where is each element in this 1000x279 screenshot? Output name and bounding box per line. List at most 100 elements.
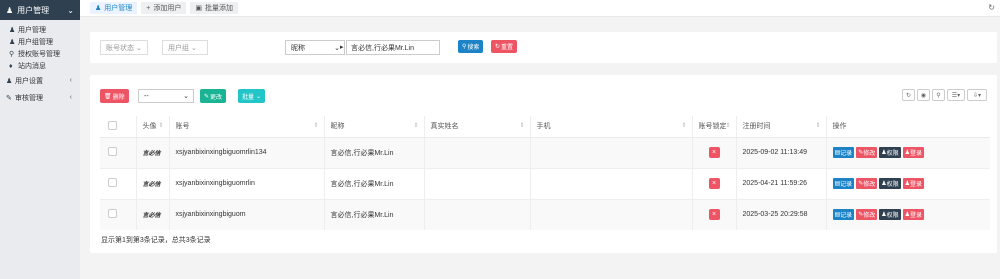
lock-toggle-icon[interactable]: × (708, 209, 720, 221)
refresh-icon[interactable]: ↻ (902, 89, 915, 101)
sidebar-item-label: 站内消息 (18, 63, 46, 70)
sidebar-group-review[interactable]: ✎ 审核管理 ‹ (0, 89, 80, 106)
account-cell: xsjyanbixinxingbiguomrlin134 (168, 136, 324, 168)
batch-action-value: -- (144, 92, 149, 100)
user-icon: ♟ (6, 5, 14, 15)
col-ops: 操作 (825, 116, 990, 138)
record-button[interactable]: ▤ 记录 (832, 147, 855, 158)
row-checkbox[interactable] (108, 209, 117, 219)
select-all-checkbox[interactable] (108, 120, 117, 130)
account-status-select[interactable]: 账号状态 ⌄ (100, 40, 148, 55)
eye-icon[interactable]: ◉ (917, 89, 930, 101)
table-row: 言必信 xsjyanbixinxingbiguomrlin 言必信,行必果Mr.… (100, 167, 990, 199)
record-button[interactable]: ▤ 记录 (832, 178, 855, 189)
chevron-down-icon: ⌄ (67, 5, 74, 15)
batch-icon: ▣ (195, 5, 202, 12)
realname-cell (423, 136, 530, 168)
user-group-select[interactable]: 用户组 ⌄ (162, 40, 208, 55)
login-button[interactable]: ♟ 登录 (902, 178, 925, 189)
batch-action-select[interactable]: -- ⌄ (138, 89, 194, 103)
reset-button[interactable]: ↻ 重置 (491, 40, 518, 53)
tab-label: 批量添加 (205, 5, 233, 12)
tab-label: 添加用户 (153, 5, 182, 12)
table-tools: ↻ ◉ ⚲ ☰▾ ⇩▾ (902, 89, 987, 101)
permission-button[interactable]: ♟ 权限 (879, 147, 901, 158)
time-cell: 2025-03-25 20:29:58 (735, 198, 826, 230)
columns-icon[interactable]: ☰▾ (947, 89, 965, 101)
lock-toggle-icon[interactable]: × (708, 178, 720, 189)
record-button[interactable]: ▤ 记录 (832, 209, 855, 221)
tab-user-management[interactable]: ♟ 用户管理 (90, 2, 138, 14)
col-lock[interactable]: 账号锁定 ⇕ (691, 116, 736, 138)
col-account[interactable]: 账号 ⇕ (168, 116, 324, 138)
col-phone[interactable]: 手机 ⇕ (529, 116, 692, 138)
chevron-left-icon: ‹ (69, 77, 72, 84)
account-cell: xsjyanbixinxingbiguom (168, 198, 324, 230)
delete-button[interactable]: 🗑 删除 (100, 89, 129, 103)
col-avatar[interactable]: 头像 ⇕ (135, 116, 169, 138)
sidebar-item-messages[interactable]: ♦ 站内消息 (0, 60, 80, 72)
sidebar-item-user-groups[interactable]: ♟ 用户组管理 (0, 36, 80, 48)
search-input[interactable]: 言必信,行必果Mr.Lin (346, 40, 440, 55)
sidebar-item-users[interactable]: ♟ 用户管理 (0, 24, 80, 36)
sort-icon: ⇕ (158, 123, 164, 129)
search-input-value: 言必信,行必果Mr.Lin (351, 44, 415, 52)
edit-button[interactable]: ✎ 修改 (856, 209, 878, 221)
chevron-left-icon: ‹ (69, 94, 72, 101)
caret-right-icon: ▸ (340, 44, 344, 51)
phone-cell (529, 167, 692, 199)
avatar: 言必信 (142, 213, 161, 220)
refresh-icon[interactable]: ↻ (988, 3, 995, 12)
user-icon: ♟ (95, 5, 102, 12)
nickname-cell: 言必信,行必果Mr.Lin (323, 136, 424, 168)
edit-icon: ✎ (6, 94, 12, 102)
sidebar-item-label: 用户管理 (18, 27, 46, 34)
sidebar-group-label: 用户设置 (15, 77, 43, 85)
col-time[interactable]: 注册时间 ⇕ (735, 116, 826, 138)
login-button[interactable]: ♟ 登录 (902, 209, 925, 221)
select-all-header (100, 116, 136, 138)
chevron-down-icon: ⌄ (183, 93, 189, 100)
chevron-down-icon: ⌄ (136, 44, 142, 52)
sort-icon: ⇕ (519, 123, 525, 129)
field-select[interactable]: 昵称 ⌄ (285, 40, 345, 55)
search-panel: 账号状态 ⌄ 用户组 ⌄ 昵称 ⌄ ▸ 言必信,行必果Mr.Lin ⚲ 搜索 ↻… (90, 32, 997, 63)
time-cell: 2025-09-02 11:13:49 (735, 136, 826, 168)
batch-button[interactable]: 批量 ⌄ (238, 89, 266, 103)
permission-button[interactable]: ♟ 权限 (879, 209, 901, 221)
change-button[interactable]: ✎ 更改 (200, 89, 227, 103)
sort-icon: ⇕ (681, 123, 687, 129)
chevron-down-icon: ⌄ (191, 44, 197, 52)
field-select-label: 昵称 (291, 44, 305, 52)
sort-icon: ⇕ (725, 123, 731, 129)
refresh-icon: ↻ (495, 44, 501, 50)
batch-button-label: 批量 (242, 94, 255, 101)
phone-cell (529, 136, 692, 168)
table-row: 言必信 xsjyanbixinxingbiguom 言必信,行必果Mr.Lin … (100, 198, 990, 230)
row-checkbox[interactable] (108, 147, 117, 156)
nickname-cell: 言必信,行必果Mr.Lin (323, 167, 424, 199)
permission-button[interactable]: ♟ 权限 (879, 178, 901, 189)
export-icon[interactable]: ⇩▾ (967, 89, 987, 101)
delete-button-label: 删除 (112, 94, 125, 101)
edit-button[interactable]: ✎ 修改 (856, 178, 878, 189)
key-icon: ⚲ (9, 51, 15, 58)
sidebar-group-user-settings[interactable]: ♟ 用户设置 ‹ (0, 72, 80, 89)
search-button[interactable]: ⚲ 搜索 (458, 40, 484, 53)
pagination-summary: 显示第1到第3条记录，总共3条记录 (101, 237, 211, 244)
lock-toggle-icon[interactable]: × (708, 147, 720, 158)
sidebar-header[interactable]: ♟ 用户管理 ⌄ (0, 0, 80, 20)
search-icon[interactable]: ⚲ (932, 89, 945, 101)
col-realname[interactable]: 真实姓名 ⇕ (423, 116, 530, 138)
col-nickname[interactable]: 昵称 ⇕ (323, 116, 424, 138)
row-checkbox[interactable] (108, 178, 117, 187)
edit-button[interactable]: ✎ 修改 (856, 147, 878, 158)
tab-add-user[interactable]: + 添加用户 (141, 2, 187, 14)
login-button[interactable]: ♟ 登录 (902, 147, 925, 158)
tab-batch-add[interactable]: ▣ 批量添加 (190, 2, 238, 14)
avatar: 言必信 (142, 182, 161, 188)
sidebar-item-auth-accounts[interactable]: ⚲ 授权账号管理 (0, 48, 80, 60)
tab-label: 用户管理 (104, 5, 133, 12)
sort-icon: ⇕ (413, 123, 419, 129)
change-button-label: 更改 (210, 94, 223, 101)
